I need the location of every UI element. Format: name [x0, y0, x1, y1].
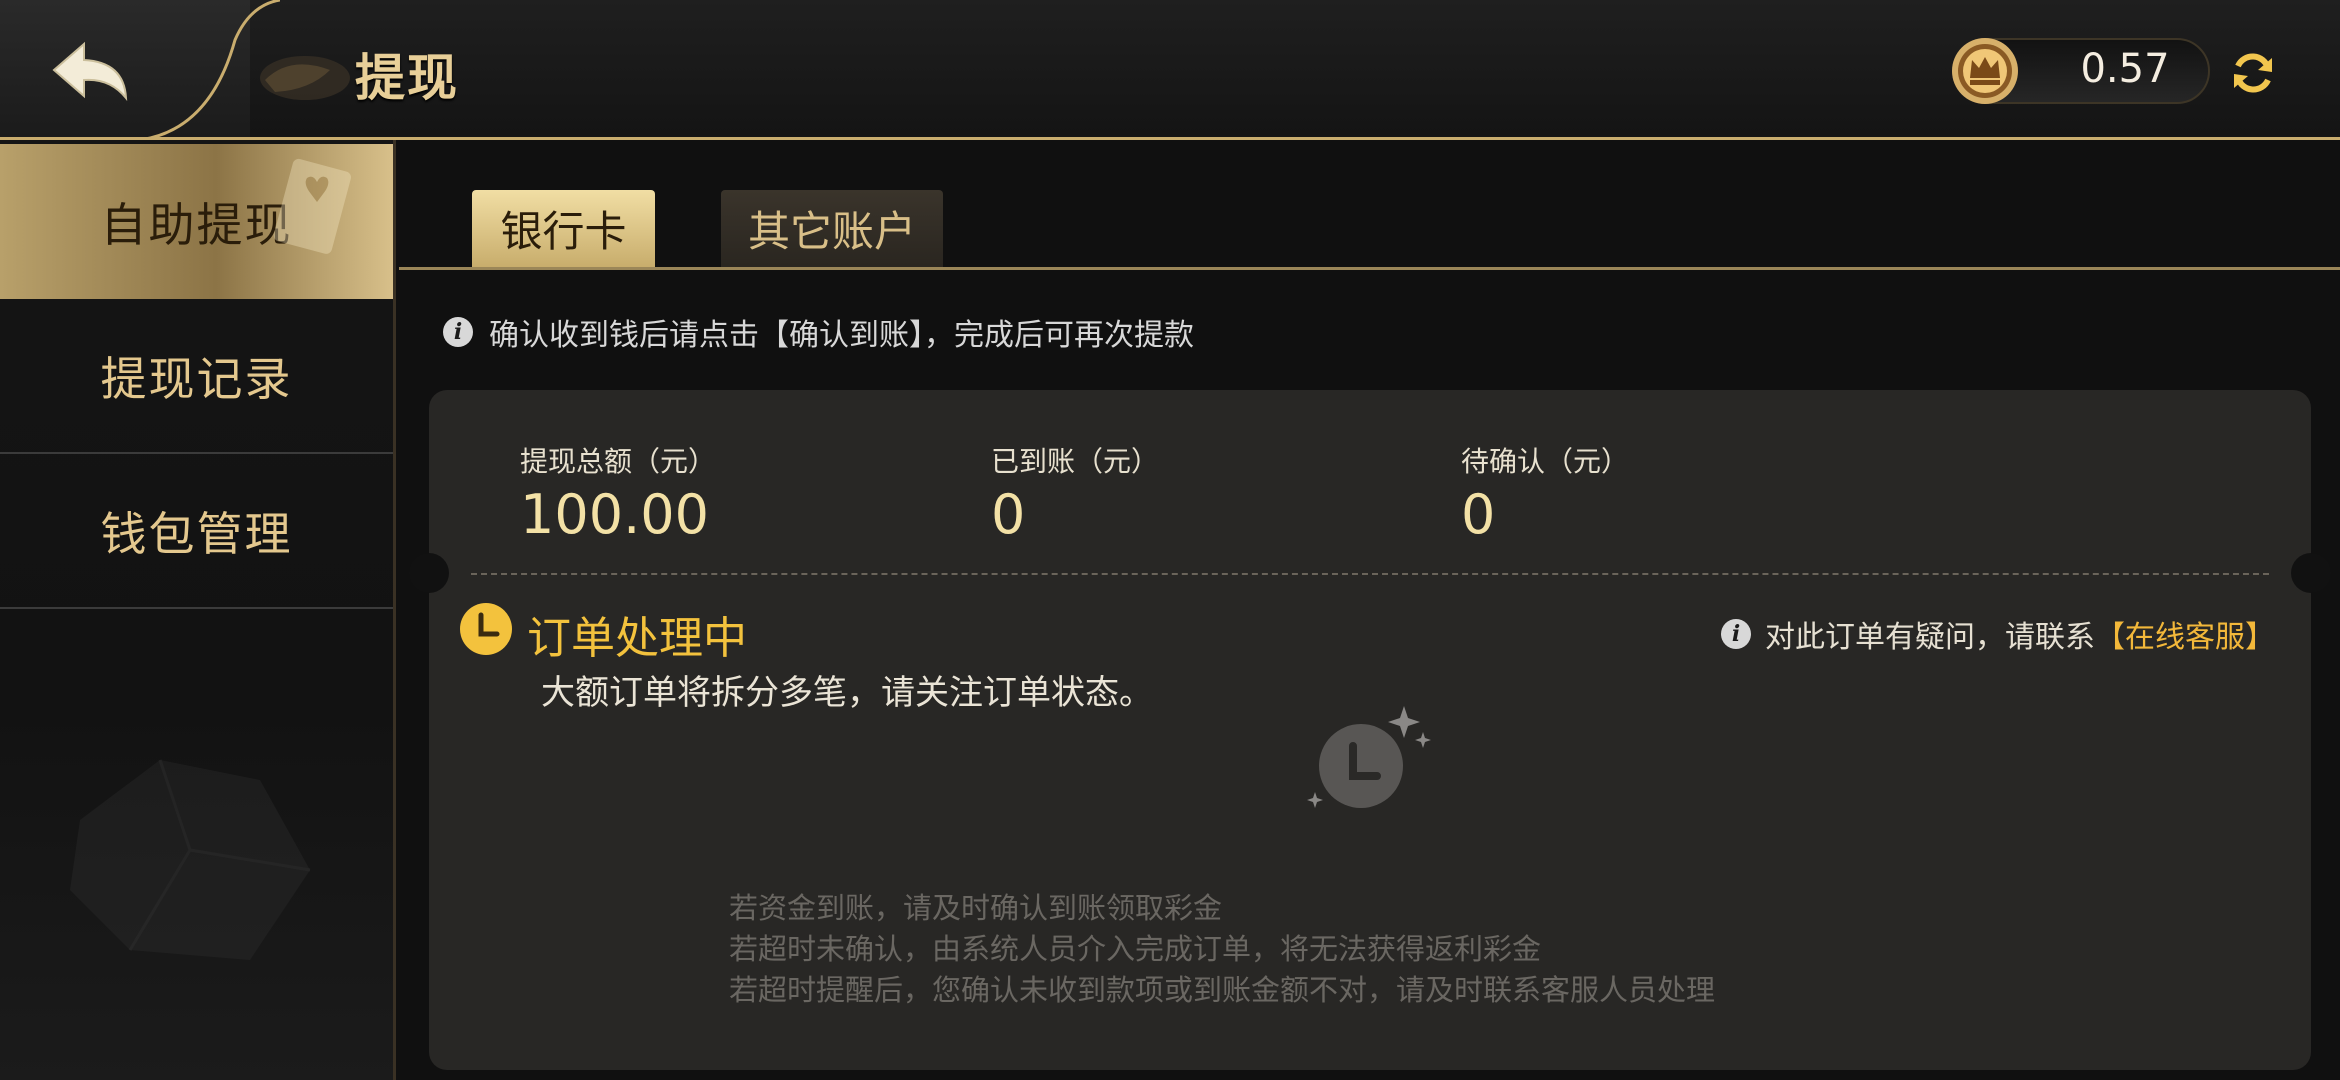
tab-bar: 银行卡 其它账户	[399, 140, 2340, 270]
stat-pending-label: 待确认（元）	[1461, 445, 1630, 478]
stat-total-label: 提现总额（元）	[520, 445, 717, 478]
info-icon: i	[1721, 619, 1751, 649]
notes-list: 若资金到账，请及时确认到账领取彩金 若超时未确认，由系统人员介入完成订单，将无法…	[729, 888, 1715, 1011]
balance-value: 0.57	[2080, 46, 2170, 92]
tab-bank-card[interactable]: 银行卡	[472, 190, 655, 267]
refresh-icon[interactable]	[2228, 48, 2278, 98]
sidebar-item-label: 提现记录	[100, 351, 293, 406]
sidebar: 自助提现 提现记录 钱包管理	[0, 140, 396, 1080]
withdraw-summary-card: 提现总额（元） 100.00 已到账（元） 0 待确认（元） 0 订单处理中 大…	[409, 390, 2331, 1070]
top-bar: 提现 0.57	[0, 0, 2340, 140]
sidebar-item-wallet-management[interactable]: 钱包管理	[0, 454, 393, 609]
stat-received-value: 0	[991, 483, 1026, 546]
dashed-divider	[471, 573, 2269, 575]
page-title: 提现	[355, 49, 459, 107]
card-notch-right	[2291, 553, 2331, 593]
cards-decoration-icon	[273, 158, 351, 254]
info-icon: i	[443, 317, 473, 347]
order-subtitle: 大额订单将拆分多笔，请关注订单状态。	[541, 673, 1153, 713]
note-line: 若超时未确认，由系统人员介入完成订单，将无法获得返利彩金	[729, 932, 1542, 966]
sidebar-item-withdraw-history[interactable]: 提现记录	[0, 299, 393, 454]
pending-clock-illustration-icon	[1307, 706, 1431, 808]
stat-total-value: 100.00	[520, 483, 709, 546]
card-notch-left	[409, 553, 449, 593]
sidebar-item-label: 钱包管理	[100, 506, 293, 561]
stat-pending-value: 0	[1461, 483, 1496, 546]
note-line: 若超时提醒后，您确认未收到款项或到账金额不对，请及时联系客服人员处理	[729, 973, 1716, 1007]
order-status: 订单处理中	[527, 613, 747, 664]
clock-icon	[460, 603, 512, 655]
crown-coin-icon	[1952, 38, 2018, 104]
online-support-link[interactable]: 【在线客服】	[2095, 612, 2275, 656]
note-line: 若资金到账，请及时确认到账领取彩金	[729, 891, 1223, 925]
sidebar-item-self-withdraw[interactable]: 自助提现	[0, 144, 393, 299]
stat-received-label: 已到账（元）	[991, 445, 1160, 478]
info-notice: i 确认收到钱后请点击【确认到账】，完成后可再次提款	[443, 310, 1194, 354]
title-ornament-icon	[260, 56, 350, 100]
info-text: 确认收到钱后请点击【确认到账】，完成后可再次提款	[489, 318, 1194, 353]
help-prefix: 对此订单有疑问，请联系	[1765, 620, 2095, 655]
help-row: i 对此订单有疑问，请联系 【在线客服】	[1721, 612, 2275, 656]
back-arrow-icon[interactable]	[50, 40, 130, 102]
tab-other-accounts[interactable]: 其它账户	[721, 190, 943, 267]
background-rock-decoration	[70, 759, 311, 960]
